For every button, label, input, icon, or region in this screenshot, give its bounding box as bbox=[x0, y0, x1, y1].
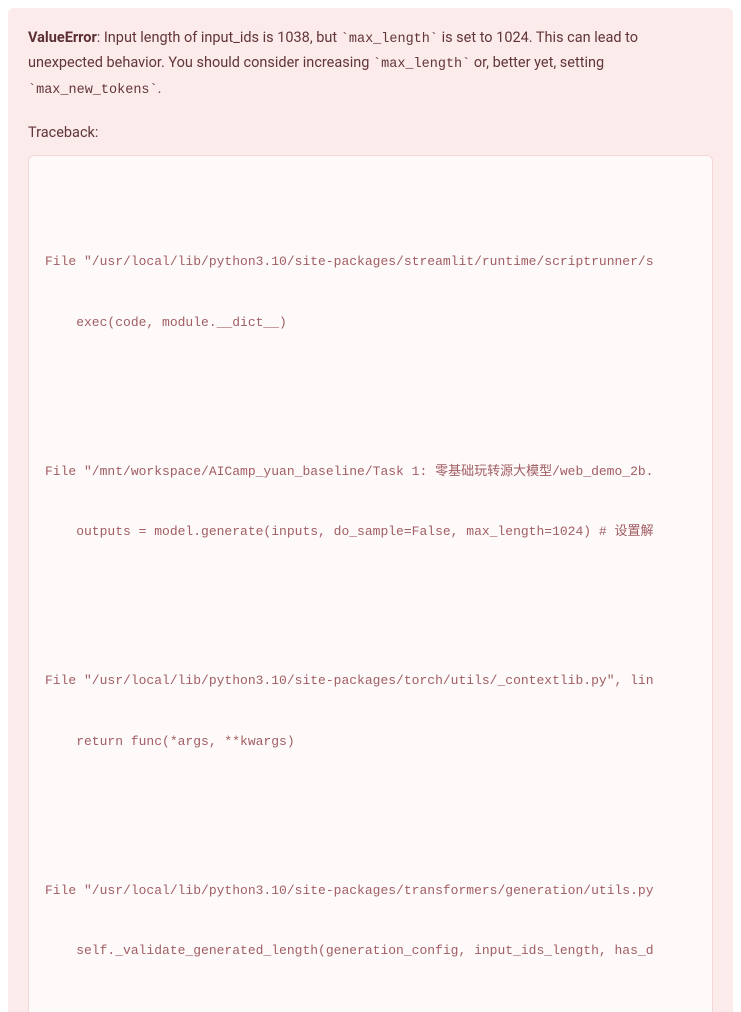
error-text-3: or, better yet, setting bbox=[470, 54, 604, 71]
error-code-1: `max_length` bbox=[341, 32, 438, 47]
traceback-block: File "/usr/local/lib/python3.10/site-pac… bbox=[28, 155, 713, 1012]
traceback-frame: File "/usr/local/lib/python3.10/site-pac… bbox=[45, 840, 696, 1001]
error-text-4: . bbox=[158, 80, 162, 97]
error-text-1: : Input length of input_ids is 1038, but bbox=[97, 29, 341, 46]
frame-location: File "/usr/local/lib/python3.10/site-pac… bbox=[45, 881, 696, 901]
error-container: ValueError: Input length of input_ids is… bbox=[8, 8, 733, 1012]
frame-code: exec(code, module.__dict__) bbox=[45, 313, 696, 333]
frame-code: outputs = model.generate(inputs, do_samp… bbox=[45, 522, 696, 542]
traceback-label: Traceback: bbox=[28, 124, 713, 141]
frame-location: File "/usr/local/lib/python3.10/site-pac… bbox=[45, 252, 696, 272]
frame-code: self._validate_generated_length(generati… bbox=[45, 941, 696, 961]
error-name: ValueError bbox=[28, 29, 97, 46]
frame-code: return func(*args, **kwargs) bbox=[45, 732, 696, 752]
frame-location: File "/usr/local/lib/python3.10/site-pac… bbox=[45, 671, 696, 691]
traceback-frame: File "/mnt/workspace/AICamp_yuan_baselin… bbox=[45, 421, 696, 582]
error-message: ValueError: Input length of input_ids is… bbox=[28, 26, 713, 102]
traceback-frame: File "/usr/local/lib/python3.10/site-pac… bbox=[45, 631, 696, 792]
traceback-frame: File "/usr/local/lib/python3.10/site-pac… bbox=[45, 212, 696, 373]
error-code-3: `max_new_tokens` bbox=[28, 83, 158, 98]
frame-location: File "/mnt/workspace/AICamp_yuan_baselin… bbox=[45, 462, 696, 482]
error-code-2: `max_length` bbox=[373, 57, 470, 72]
